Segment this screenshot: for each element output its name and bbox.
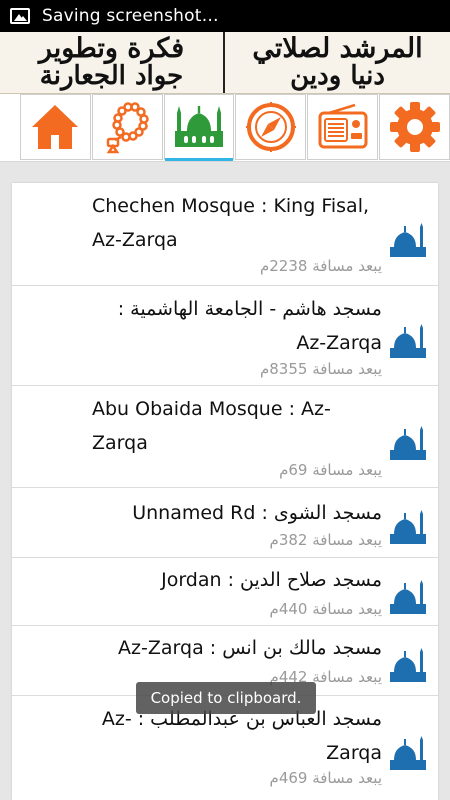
mosque-distance: يبعد مسافة 382م	[269, 531, 382, 549]
prayer-beads-icon	[106, 102, 149, 154]
toolbar-radio-button[interactable]	[307, 94, 379, 160]
mosque-distance: يبعد مسافة 469م	[269, 769, 382, 787]
banner-title-line2: دنيا ودين	[290, 61, 385, 92]
mosque-name: مسجد مالك بن انس : Az-Zarqa	[118, 637, 382, 659]
banner-credit-line2: جواد الجعارنة	[39, 61, 184, 92]
banner-title: المرشد لصلاتي دنيا ودين	[225, 32, 450, 93]
banner-credit-line1: فكرة وتطوير	[38, 32, 185, 64]
app-banner: فكرة وتطوير جواد الجعارنة المرشد لصلاتي …	[0, 32, 450, 94]
mosque-icon	[390, 736, 426, 770]
mosque-distance: يبعد مسافة 440م	[269, 600, 382, 618]
status-bar: Saving screenshot…	[0, 0, 450, 32]
mosque-icon	[390, 426, 426, 460]
mosque-distance: يبعد مسافة 8355م	[259, 360, 382, 378]
compass-icon	[245, 102, 296, 152]
mosque-icon	[390, 324, 426, 358]
toolbar-mosque-button[interactable]	[163, 94, 235, 161]
mosque-name: Abu Obaida Mosque : Az-Zarqa	[92, 398, 331, 454]
status-text: Saving screenshot…	[42, 6, 219, 26]
radio-icon	[318, 103, 368, 149]
banner-title-line1: المرشد لصلاتي	[252, 32, 423, 64]
mosque-list-item[interactable]: مسجد الشوى : Unnamed Rd يبعد مسافة 382م	[12, 488, 438, 558]
toolbar-home-button[interactable]	[20, 94, 91, 160]
main-toolbar	[0, 94, 450, 162]
mosque-name: Chechen Mosque : King Fisal, Az-Zarqa	[92, 195, 370, 251]
mosque-distance: يبعد مسافة 2238م	[259, 257, 382, 275]
gear-icon	[389, 102, 440, 152]
mosque-name: مسجد هاشم - الجامعة الهاشمية : Az-Zarqa	[117, 298, 382, 354]
mosque-icon	[390, 223, 426, 257]
mosque-icon	[175, 106, 224, 147]
mosque-list-item[interactable]: Abu Obaida Mosque : Az-Zarqa يبعد مسافة …	[12, 386, 438, 488]
toolbar-qibla-button[interactable]	[235, 94, 307, 160]
mosque-name: مسجد الشوى : Unnamed Rd	[132, 502, 382, 524]
mosque-icon	[390, 580, 426, 614]
home-icon	[32, 105, 79, 149]
mosque-list-item[interactable]: Chechen Mosque : King Fisal, Az-Zarqa يب…	[12, 183, 438, 286]
toolbar-tasbih-button[interactable]	[91, 94, 163, 160]
mosque-name: مسجد صلاح الدين : Jordan	[161, 569, 382, 591]
banner-credits: فكرة وتطوير جواد الجعارنة	[0, 32, 225, 93]
mosque-list-item[interactable]: مسجد صلاح الدين : Jordan يبعد مسافة 440م	[12, 558, 438, 626]
mosque-distance: يبعد مسافة 69م	[279, 461, 382, 479]
mosque-icon	[390, 648, 426, 682]
mosque-icon	[390, 510, 426, 544]
mosque-list-item[interactable]: مسجد هاشم - الجامعة الهاشمية : Az-Zarqa …	[12, 286, 438, 386]
image-icon	[10, 8, 30, 24]
toolbar-settings-button[interactable]	[379, 94, 450, 160]
toast-message: Copied to clipboard.	[136, 682, 316, 714]
